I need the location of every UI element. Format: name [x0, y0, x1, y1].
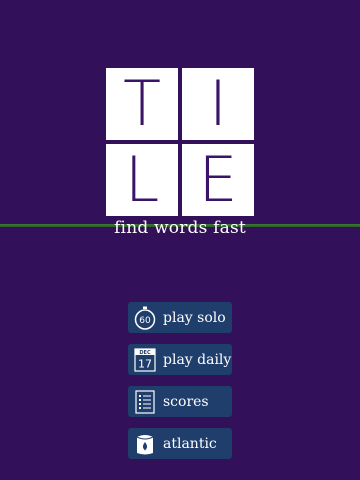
stopwatch-number: 60: [139, 316, 151, 326]
calendar-month: DEC: [139, 349, 151, 355]
atlantic-icon: [133, 432, 157, 456]
logo-tile-t: T: [106, 68, 178, 140]
play-daily-button[interactable]: DEC 17 play daily: [128, 344, 232, 375]
main-menu: 60 play solo DEC 17 play daily scores at…: [128, 302, 232, 470]
logo-tile-l: L: [106, 144, 178, 216]
stopwatch-icon: 60: [133, 306, 157, 330]
atlantic-button[interactable]: atlantic: [128, 428, 232, 459]
play-solo-label: play solo: [163, 309, 226, 326]
atlantic-label: atlantic: [163, 435, 217, 452]
play-daily-label: play daily: [163, 351, 232, 368]
tile-logo: T I L E: [106, 68, 256, 218]
logo-tile-i: I: [182, 68, 254, 140]
logo-tile-e: E: [182, 144, 254, 216]
tagline: find words fast: [114, 218, 246, 238]
play-solo-button[interactable]: 60 play solo: [128, 302, 232, 333]
scores-label: scores: [163, 393, 209, 410]
calendar-icon: DEC 17: [133, 347, 157, 372]
calendar-day: 17: [138, 357, 152, 370]
scores-button[interactable]: scores: [128, 386, 232, 417]
scores-list-icon: [133, 389, 157, 414]
